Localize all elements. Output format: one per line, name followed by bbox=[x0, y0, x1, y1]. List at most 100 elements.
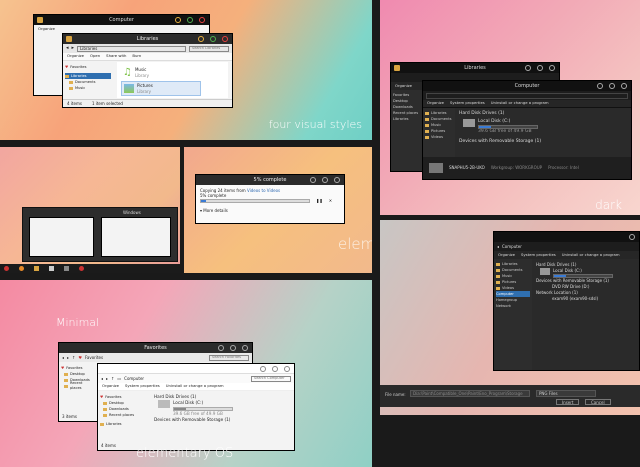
titlebar[interactable]: Libraries bbox=[391, 63, 559, 73]
organize-button[interactable]: Organize bbox=[102, 383, 119, 389]
maximize-icon[interactable] bbox=[322, 177, 328, 183]
organize-button[interactable]: Organize bbox=[38, 26, 55, 32]
minimize-icon[interactable] bbox=[597, 83, 603, 89]
minimize-icon[interactable] bbox=[260, 366, 266, 372]
drive-c[interactable]: Local Disk (C:) bbox=[536, 268, 635, 278]
address-field[interactable] bbox=[426, 92, 628, 99]
organize-button[interactable]: Organize bbox=[427, 100, 444, 106]
titlebar[interactable] bbox=[98, 364, 294, 374]
back-icon[interactable]: ◂ bbox=[497, 244, 499, 249]
disk-usage-bar bbox=[173, 406, 233, 411]
thumbnail-2[interactable] bbox=[101, 217, 171, 257]
browser-icon[interactable] bbox=[19, 266, 24, 271]
titlebar[interactable]: 5% complete bbox=[196, 175, 344, 185]
store-icon[interactable] bbox=[64, 266, 69, 271]
nav-item-libraries[interactable]: Libraries bbox=[100, 421, 148, 427]
minimize-icon[interactable] bbox=[525, 65, 531, 71]
maximize-icon[interactable] bbox=[272, 366, 278, 372]
forward-icon[interactable]: ▸ bbox=[72, 45, 75, 52]
system-properties-button[interactable]: System properties bbox=[450, 100, 485, 106]
burn-button[interactable]: Burn bbox=[132, 53, 141, 59]
drive-c[interactable]: Local Disk (C:) 39.6 GB free of 49.9 GB bbox=[463, 118, 627, 135]
nav-item-recent[interactable]: Recent places bbox=[61, 381, 95, 390]
nav-item[interactable]: Libraries bbox=[393, 116, 421, 122]
network-item[interactable]: exam90 (exam90-sdsl) bbox=[536, 296, 635, 302]
filetype-select[interactable]: PNG Files bbox=[536, 390, 596, 397]
tile-dark: Libraries Organize Favorites Desktop Dow… bbox=[380, 0, 640, 215]
insert-button[interactable]: Insert bbox=[556, 399, 580, 405]
forward-icon[interactable]: ▸ bbox=[106, 376, 108, 381]
system-properties-button[interactable]: System properties bbox=[125, 383, 160, 389]
window-min-computer[interactable]: ◂ ▸ ↑ ▭ Computer Search Computer Organiz… bbox=[97, 363, 295, 451]
close-icon[interactable] bbox=[284, 366, 290, 372]
pause-icon[interactable]: ❚❚ bbox=[316, 198, 323, 203]
uninstall-button[interactable]: Uninstall or change a program bbox=[562, 252, 620, 258]
window-dark-computer[interactable]: Computer Organize System properties Unin… bbox=[422, 80, 632, 180]
address-bar: ◂ Computer bbox=[494, 242, 639, 251]
forward-icon[interactable]: ▸ bbox=[67, 355, 69, 360]
maximize-icon[interactable] bbox=[210, 36, 216, 42]
system-properties-button[interactable]: System properties bbox=[521, 252, 556, 258]
titlebar[interactable]: Favorites bbox=[59, 343, 252, 353]
copy-link[interactable]: Videos to Videos bbox=[247, 188, 280, 193]
cancel-icon[interactable]: ✕ bbox=[329, 198, 332, 203]
address-field[interactable]: Computer bbox=[502, 244, 522, 249]
uninstall-button[interactable]: Uninstall or change a program bbox=[491, 100, 549, 106]
titlebar[interactable]: Libraries bbox=[63, 34, 232, 44]
minimize-icon[interactable] bbox=[175, 17, 181, 23]
media-icon[interactable] bbox=[49, 266, 54, 271]
more-details[interactable]: ▾ More details bbox=[200, 208, 340, 213]
filename-input[interactable]: Dia:\Paint\Compatible_One\Paint\Eno_Prog… bbox=[410, 390, 530, 397]
titlebar[interactable]: Computer bbox=[34, 15, 209, 25]
uninstall-button[interactable]: Uninstall or change a program bbox=[166, 383, 224, 389]
explorer-icon[interactable] bbox=[34, 266, 39, 271]
nav-item[interactable]: Network bbox=[496, 303, 530, 309]
minimize-icon[interactable] bbox=[218, 345, 224, 351]
maximize-icon[interactable] bbox=[537, 65, 543, 71]
address-field[interactable]: Computer bbox=[124, 376, 144, 381]
window-open-dialog[interactable]: ◂ Computer Organize System properties Un… bbox=[493, 231, 640, 371]
titlebar[interactable] bbox=[494, 232, 639, 242]
cancel-button[interactable]: Cancel bbox=[585, 399, 611, 405]
app-icon[interactable] bbox=[79, 266, 84, 271]
folder-icon bbox=[425, 129, 429, 133]
close-icon[interactable] bbox=[549, 65, 555, 71]
up-icon[interactable]: ↑ bbox=[111, 376, 114, 381]
back-icon[interactable]: ◂ bbox=[66, 45, 69, 52]
search-input[interactable]: Search Computer bbox=[251, 375, 291, 382]
window-libraries[interactable]: Libraries ◂ ▸ Libraries Search Libraries… bbox=[62, 33, 233, 108]
nav-item[interactable]: Videos bbox=[425, 134, 453, 140]
close-icon[interactable] bbox=[621, 83, 627, 89]
organize-button[interactable]: Organize bbox=[498, 252, 515, 258]
organize-button[interactable]: Organize bbox=[67, 53, 84, 59]
close-icon[interactable] bbox=[334, 177, 340, 183]
library-music[interactable]: ♫ Music Library bbox=[123, 66, 149, 79]
back-icon[interactable]: ◂ bbox=[101, 376, 103, 381]
back-icon[interactable]: ◂ bbox=[62, 355, 64, 360]
up-icon[interactable]: ↑ bbox=[72, 355, 75, 360]
share-button[interactable]: Share with bbox=[106, 53, 126, 59]
close-icon[interactable] bbox=[222, 36, 228, 42]
drive-c[interactable]: Local Disk (C:) 39.6 GB free of 49.9 GB bbox=[154, 400, 290, 417]
close-icon[interactable] bbox=[199, 17, 205, 23]
minimize-icon[interactable] bbox=[310, 177, 316, 183]
nav-item-music[interactable]: Music bbox=[65, 85, 111, 91]
nav-item[interactable]: Recent places bbox=[393, 110, 421, 116]
window-progress[interactable]: 5% complete Copying 24 items from Videos… bbox=[195, 174, 345, 224]
open-button[interactable]: Open bbox=[90, 53, 100, 59]
search-input[interactable]: Search Favorites bbox=[209, 354, 249, 361]
library-pictures[interactable]: Pictures Library bbox=[121, 81, 201, 96]
maximize-icon[interactable] bbox=[230, 345, 236, 351]
close-icon[interactable] bbox=[629, 234, 635, 240]
maximize-icon[interactable] bbox=[609, 83, 615, 89]
minimize-icon[interactable] bbox=[198, 36, 204, 42]
maximize-icon[interactable] bbox=[187, 17, 193, 23]
address-field[interactable]: Favorites bbox=[85, 355, 103, 360]
close-icon[interactable] bbox=[242, 345, 248, 351]
start-icon[interactable] bbox=[4, 266, 9, 271]
address-field[interactable]: Libraries bbox=[77, 45, 186, 52]
titlebar[interactable]: Computer bbox=[423, 81, 631, 91]
thumbnail-1[interactable] bbox=[29, 217, 94, 257]
search-input[interactable]: Search Libraries bbox=[189, 45, 229, 52]
organize-button[interactable]: Organize bbox=[395, 83, 412, 89]
